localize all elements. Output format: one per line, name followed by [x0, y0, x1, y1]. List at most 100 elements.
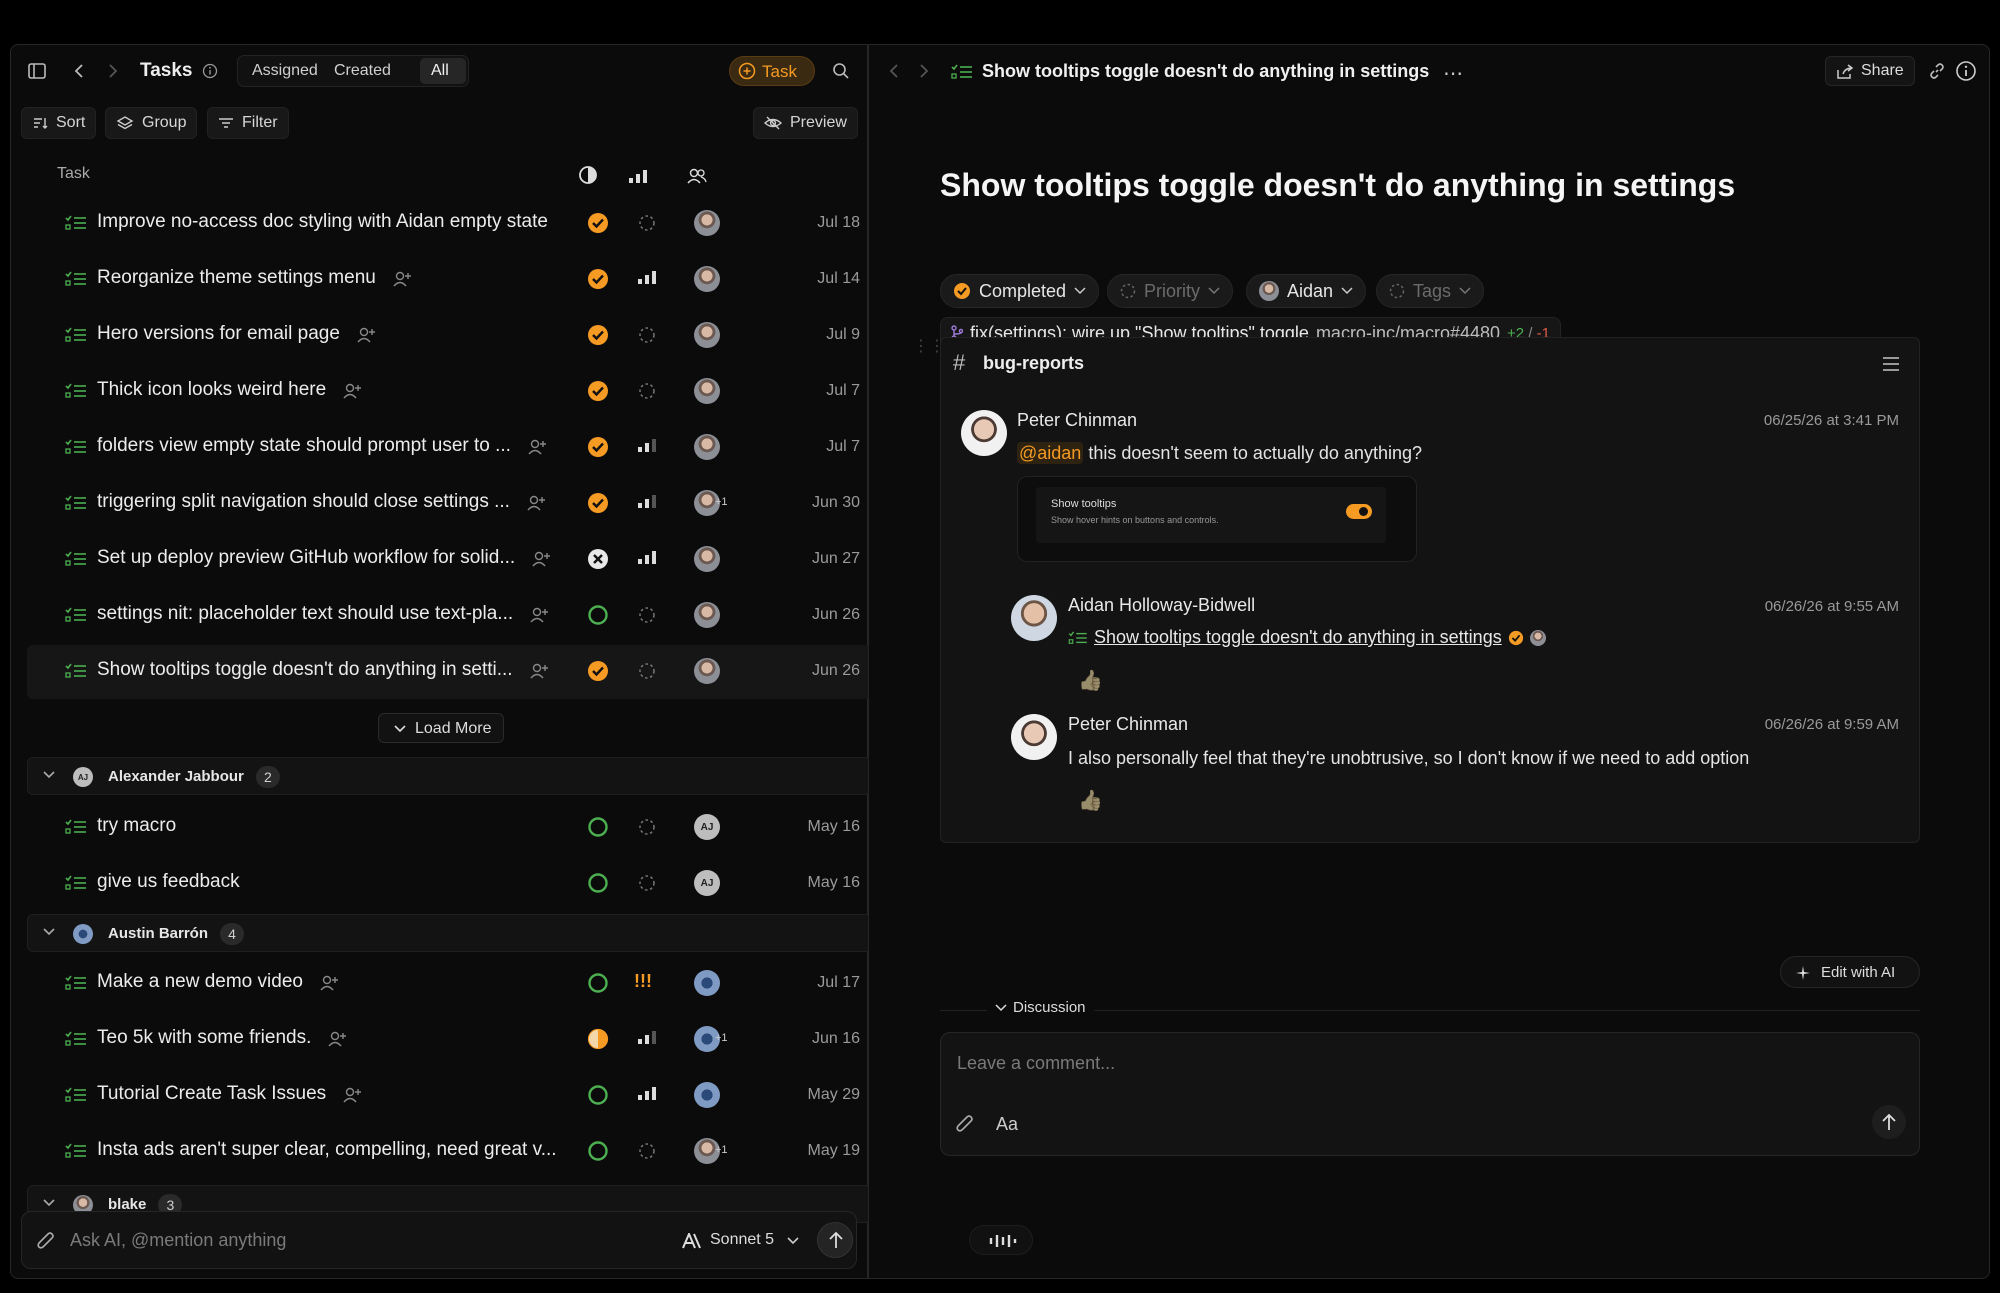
medium-priority-icon[interactable] [637, 493, 659, 515]
table-row[interactable]: Make a new demo video!!! Jul 17 [27, 957, 872, 1011]
assign-user-icon[interactable] [529, 605, 549, 625]
assign-user-icon[interactable] [529, 661, 549, 681]
filter-button[interactable]: Filter [207, 107, 289, 139]
completed-status-icon[interactable] [587, 212, 609, 234]
completed-status-icon[interactable] [587, 380, 609, 402]
group-header[interactable]: Austin Barrón 4 [27, 914, 872, 952]
table-row[interactable]: Hero versions for email page Jul 9 [27, 309, 872, 363]
todo-status-icon[interactable] [587, 872, 609, 894]
avatar[interactable] [694, 322, 720, 348]
sort-button[interactable]: Sort [21, 107, 97, 139]
search-icon[interactable] [829, 59, 853, 83]
task-heading[interactable]: Show tooltips toggle doesn't do anything… [940, 167, 1735, 204]
task-title[interactable]: try macro [97, 815, 176, 837]
avatar[interactable] [694, 266, 720, 292]
new-task-button[interactable]: Task [729, 56, 815, 86]
back-icon[interactable] [888, 63, 900, 79]
completed-status-icon[interactable] [587, 268, 609, 290]
inprogress-status-icon[interactable] [587, 1028, 609, 1050]
table-row[interactable]: Reorganize theme settings menu Jul 14 [27, 253, 872, 307]
todo-status-icon[interactable] [587, 816, 609, 838]
todo-status-icon[interactable] [587, 1140, 609, 1162]
task-title[interactable]: Teo 5k with some friends. [97, 1027, 311, 1049]
task-title[interactable]: Insta ads aren't super clear, compelling… [97, 1139, 557, 1161]
avatar[interactable] [694, 1082, 720, 1108]
completed-status-icon[interactable] [587, 436, 609, 458]
share-button[interactable]: Share [1825, 56, 1915, 86]
task-title[interactable]: Improve no-access doc styling with Aidan… [97, 211, 548, 233]
table-row[interactable]: give us feedback AJ May 16 [27, 857, 872, 911]
table-row[interactable]: Set up deploy preview GitHub workflow fo… [27, 533, 872, 587]
task-title[interactable]: Hero versions for email page [97, 323, 340, 345]
none-priority-icon[interactable] [637, 661, 659, 683]
task-title[interactable]: Reorganize theme settings menu [97, 267, 376, 289]
status-chip[interactable]: Completed [940, 274, 1100, 308]
completed-status-icon[interactable] [587, 324, 609, 346]
tab-assigned[interactable]: Assigned [252, 62, 318, 80]
group-header[interactable]: AJ Alexander Jabbour 2 [27, 757, 872, 795]
avatar[interactable] [694, 546, 720, 572]
avatar[interactable] [694, 378, 720, 404]
none-priority-icon[interactable] [637, 873, 659, 895]
high-priority-icon[interactable] [637, 1085, 659, 1107]
table-row[interactable]: settings nit: placeholder text should us… [27, 589, 872, 643]
none-priority-icon[interactable] [637, 325, 659, 347]
completed-status-icon[interactable] [587, 492, 609, 514]
task-title[interactable]: settings nit: placeholder text should us… [97, 603, 513, 625]
paperclip-icon[interactable] [36, 1230, 56, 1252]
assignee-chip[interactable]: Aidan [1246, 274, 1367, 308]
urgent-priority-icon[interactable]: !!! [634, 971, 656, 993]
task-title[interactable]: give us feedback [97, 871, 240, 893]
medium-priority-icon[interactable] [637, 437, 659, 459]
ai-input[interactable]: Ask AI, @mention anything [70, 1230, 286, 1251]
avatar[interactable] [694, 602, 720, 628]
avatar[interactable] [694, 210, 720, 236]
table-row[interactable]: Teo 5k with some friends. +1 Jun 16 [27, 1013, 872, 1067]
assign-user-icon[interactable] [327, 1029, 347, 1049]
priority-chip[interactable]: Priority [1107, 274, 1234, 308]
assign-user-icon[interactable] [527, 437, 547, 457]
channel-name[interactable]: bug-reports [983, 353, 1084, 374]
table-row[interactable]: folders view empty state should prompt u… [27, 421, 872, 475]
none-priority-icon[interactable] [637, 605, 659, 627]
table-row[interactable]: Tutorial Create Task Issues May 29 [27, 1069, 872, 1123]
assign-user-icon[interactable] [526, 493, 546, 513]
forward-icon[interactable] [103, 61, 123, 81]
cancelled-status-icon[interactable] [587, 548, 609, 570]
medium-priority-icon[interactable] [637, 1029, 659, 1051]
chevron-down-icon[interactable] [42, 925, 56, 939]
assign-user-icon[interactable] [356, 325, 376, 345]
forward-icon[interactable] [918, 63, 930, 79]
table-row[interactable]: try macro AJ May 16 [27, 801, 872, 855]
tags-chip[interactable]: Tags [1376, 274, 1485, 308]
task-title[interactable]: Show tooltips toggle doesn't do anything… [97, 659, 513, 681]
thumbs-up-icon[interactable]: 👍 [1078, 668, 1103, 693]
avatar[interactable] [1011, 714, 1057, 760]
model-chevron-icon[interactable] [786, 1236, 800, 1246]
avatar[interactable] [694, 970, 720, 996]
assign-user-icon[interactable] [319, 973, 339, 993]
table-row[interactable]: Show tooltips toggle doesn't do anything… [27, 645, 872, 699]
mention[interactable]: @aidan [1017, 442, 1084, 464]
task-link[interactable]: Show tooltips toggle doesn't do anything… [1094, 627, 1502, 648]
completed-status-icon[interactable] [587, 660, 609, 682]
table-row[interactable]: triggering split navigation should close… [27, 477, 872, 531]
todo-status-icon[interactable] [587, 972, 609, 994]
back-icon[interactable] [69, 61, 89, 81]
sidebar-toggle-icon[interactable] [25, 59, 49, 83]
todo-status-icon[interactable] [587, 604, 609, 626]
avatar[interactable]: AJ [694, 870, 720, 896]
task-title[interactable]: triggering split navigation should close… [97, 491, 510, 513]
voice-button[interactable] [969, 1225, 1033, 1255]
none-priority-icon[interactable] [637, 213, 659, 235]
none-priority-icon[interactable] [637, 381, 659, 403]
table-row[interactable]: Thick icon looks weird here Jul 7 [27, 365, 872, 419]
model-selector[interactable]: Sonnet 5 [710, 1231, 774, 1249]
high-priority-icon[interactable] [637, 549, 659, 571]
format-button[interactable]: Aa [996, 1114, 1018, 1135]
group-button[interactable]: Group [105, 107, 198, 139]
load-more-button[interactable]: Load More [378, 713, 504, 743]
table-row[interactable]: Insta ads aren't super clear, compelling… [27, 1125, 872, 1179]
comment-input[interactable]: Leave a comment... [957, 1053, 1115, 1074]
high-priority-icon[interactable] [637, 269, 659, 291]
